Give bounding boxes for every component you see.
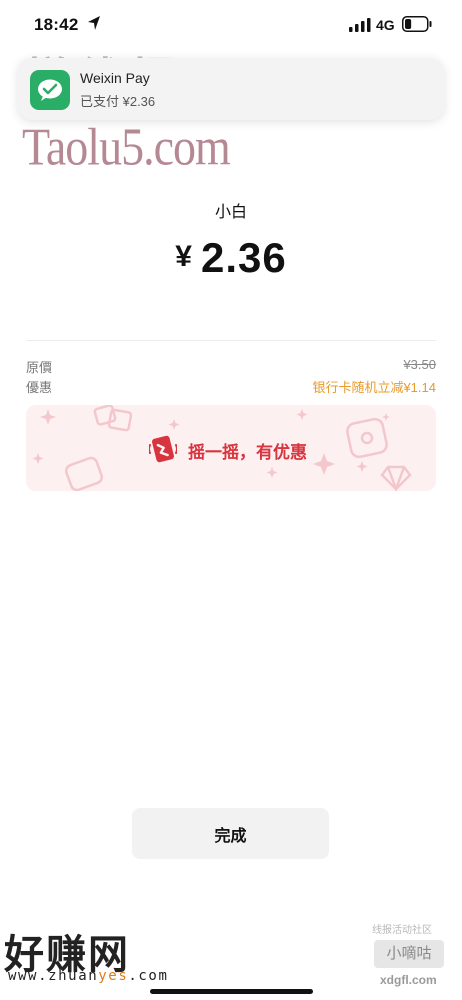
payment-amount: ¥2.36 xyxy=(0,234,462,282)
notification-banner[interactable]: Weixin Pay 已支付 ¥2.36 xyxy=(18,58,444,120)
watermark-xdgf-url: xdgfl.com xyxy=(380,973,437,987)
wechat-pay-icon xyxy=(30,70,70,110)
discount-value: 银行卡随机立减¥1.14 xyxy=(312,380,436,395)
watermark-xdgf-caption: 线报活动社区 xyxy=(372,925,432,936)
signal-icon xyxy=(349,18,371,32)
url-highlight: yes xyxy=(98,968,129,984)
original-price-value: ¥3.50 xyxy=(403,357,436,372)
amount-value: 2.36 xyxy=(200,234,287,281)
url-prefix: www.zhuan xyxy=(8,968,99,984)
original-price-label: 原價 xyxy=(26,360,53,375)
merchant-name: 小白 xyxy=(214,204,247,221)
status-time: 18:42 xyxy=(34,15,79,34)
divider xyxy=(26,340,436,341)
shake-icon xyxy=(149,435,177,463)
url-suffix: .com xyxy=(128,968,169,984)
network-type: 4G xyxy=(376,17,395,33)
notification-message: 已支付 ¥2.36 xyxy=(80,94,156,109)
home-indicator[interactable] xyxy=(150,989,313,994)
location-arrow-icon xyxy=(88,16,100,30)
watermark-haozhuan-url: www.zhuanyes.com xyxy=(8,968,168,984)
notification-app-name: Weixin Pay xyxy=(80,70,150,86)
watermark-xdgf-logo: 小嘀咕 xyxy=(374,940,444,968)
promo-text: 摇一摇，有优惠 xyxy=(188,443,307,462)
done-button[interactable]: 完成 xyxy=(132,808,329,859)
watermark-taolu: Taolu5.com xyxy=(22,117,231,176)
discount-label: 優惠 xyxy=(26,380,53,395)
shake-promo-card[interactable]: 摇一摇，有优惠 xyxy=(26,405,436,491)
currency-symbol: ¥ xyxy=(175,240,193,273)
battery-icon xyxy=(402,16,432,32)
